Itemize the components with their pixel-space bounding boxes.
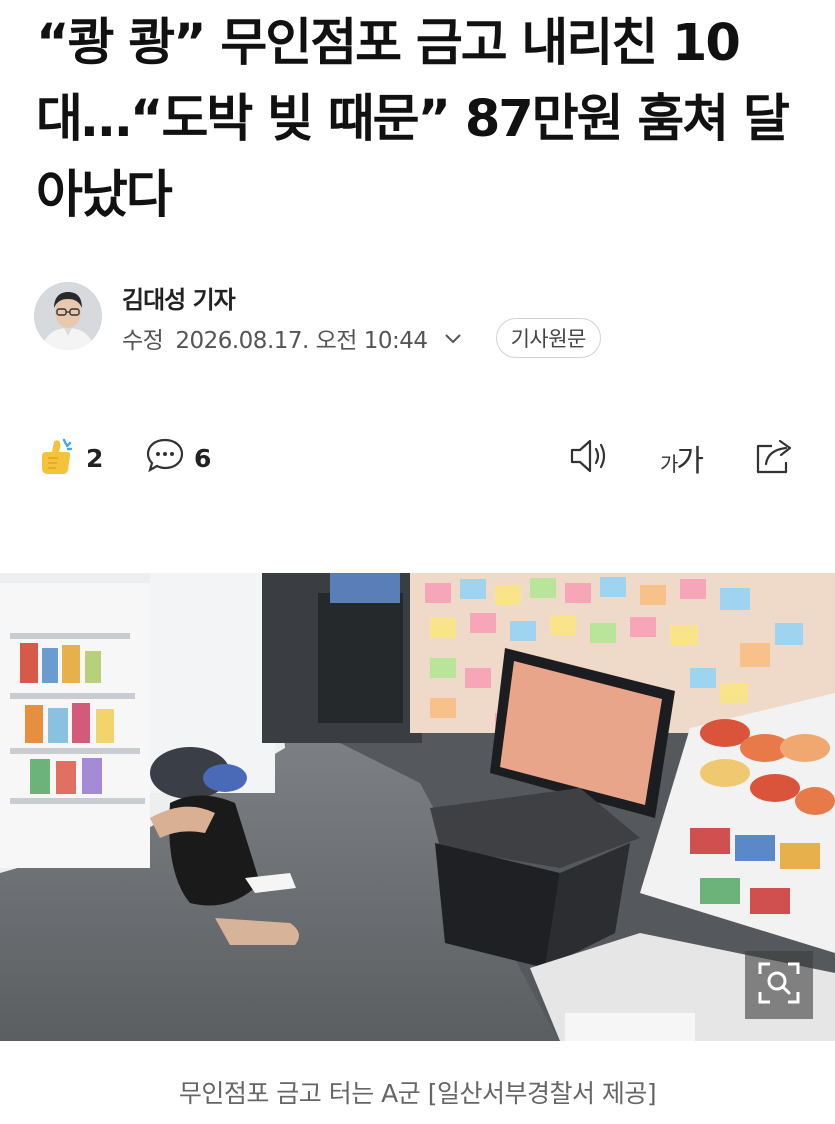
reporter-avatar[interactable] bbox=[34, 282, 102, 350]
listen-button[interactable] bbox=[566, 432, 614, 484]
article-datetime: 2026.08.17. 오전 10:44 bbox=[175, 328, 428, 354]
chevron-down-icon[interactable] bbox=[442, 327, 464, 349]
byline: 김대성 기자 수정 2026.08.17. 오전 10:44 기사원문 bbox=[34, 278, 814, 368]
share-button[interactable] bbox=[750, 432, 796, 484]
comment-button[interactable]: 6 bbox=[144, 432, 211, 484]
thumbs-up-icon bbox=[34, 434, 78, 482]
photo-caption: 무인점포 금고 터는 A군 [일산서부경찰서 제공] bbox=[178, 1079, 657, 1108]
article-headline: “쾅 쾅” 무인점포 금고 내리친 10대…“도박 빚 때문” 87만원 훔쳐 … bbox=[36, 14, 790, 225]
speaker-icon bbox=[566, 434, 614, 482]
speech-bubble-icon bbox=[144, 435, 186, 481]
modified-label: 수정 bbox=[122, 328, 164, 354]
share-icon bbox=[750, 434, 796, 482]
font-size-icon: 가가 bbox=[660, 444, 704, 479]
article-photo[interactable] bbox=[0, 573, 835, 1041]
zoom-expand-button[interactable] bbox=[745, 951, 813, 1019]
comment-count: 6 bbox=[194, 443, 212, 473]
article-action-bar: 2 6 가가 bbox=[34, 432, 800, 484]
font-size-button[interactable]: 가가 bbox=[660, 432, 704, 484]
article-meta: 수정 2026.08.17. 오전 10:44 기사원문 bbox=[122, 318, 601, 358]
zoom-expand-icon bbox=[756, 960, 802, 1010]
cctv-store-image bbox=[0, 573, 835, 1041]
original-article-button[interactable]: 기사원문 bbox=[495, 318, 601, 358]
like-count: 2 bbox=[86, 443, 104, 473]
reporter-name[interactable]: 김대성 기자 bbox=[122, 280, 236, 315]
like-button[interactable]: 2 bbox=[34, 432, 103, 484]
